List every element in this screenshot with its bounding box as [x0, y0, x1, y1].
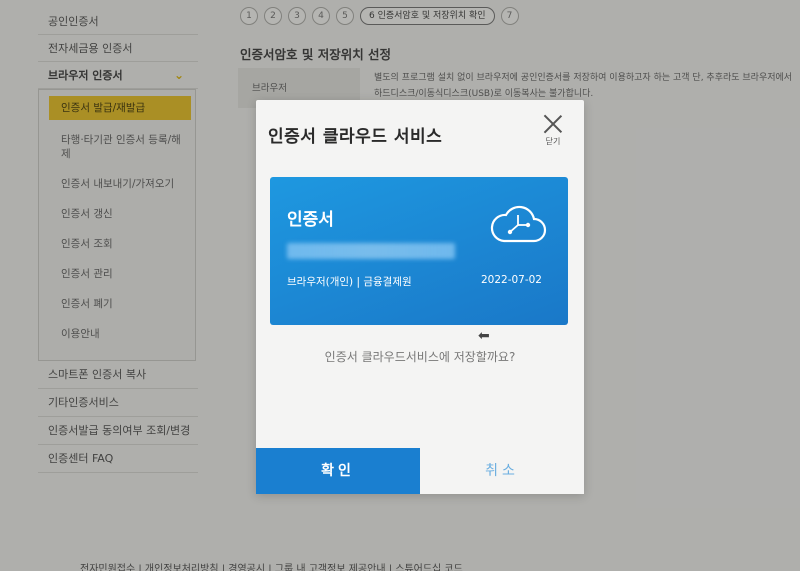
dialog-title: 인증서 클라우드 서비스 — [268, 127, 443, 147]
cloud-service-dialog: 인증서 클라우드 서비스 닫기 인증서 브라우저(개인) | 금융결제원 202… — [256, 100, 584, 494]
close-button[interactable]: 닫기 — [542, 114, 564, 147]
cloud-icon — [490, 205, 547, 243]
close-label: 닫기 — [545, 137, 561, 146]
certificate-expiry-date: 2022-07-02 — [480, 274, 542, 286]
certificate-name: 인증서 — [287, 210, 334, 230]
cancel-button[interactable]: 취소 — [420, 448, 584, 494]
certificate-type: 브라우저(개인) | 금융결제원 — [287, 276, 412, 288]
masked-certificate-owner — [287, 243, 455, 259]
confirm-button[interactable]: 확인 — [256, 448, 420, 494]
save-confirm-question: 인증서 클라우드서비스에 저장할까요? — [324, 350, 516, 364]
certificate-card[interactable]: 인증서 브라우저(개인) | 금융결제원 2022-07-02 — [270, 177, 568, 325]
mouse-pointer-icon: ⬅ — [478, 328, 490, 344]
close-icon — [543, 114, 563, 134]
